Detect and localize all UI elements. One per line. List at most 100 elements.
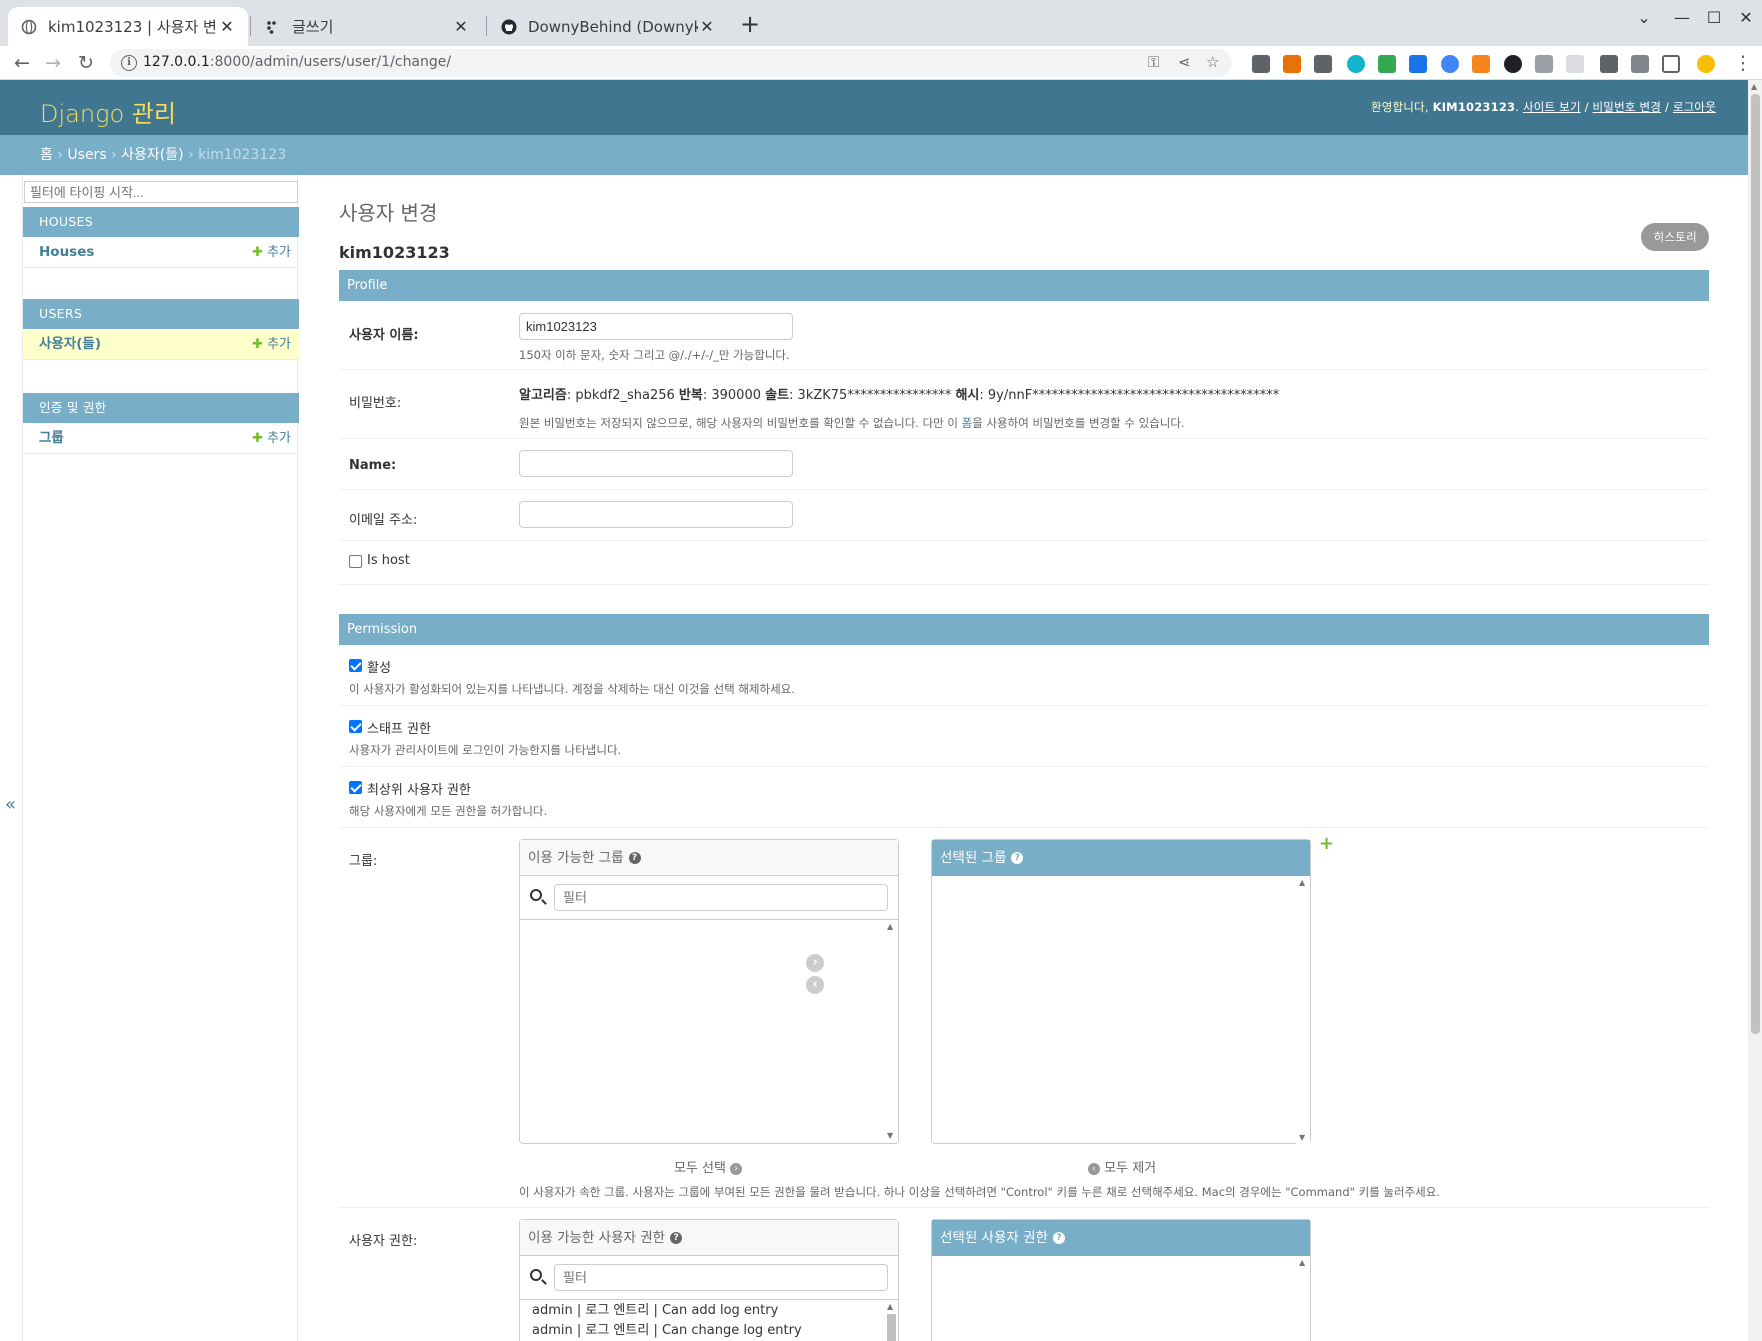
groups-chosen-list[interactable]: ▲ ▼ — [932, 876, 1310, 1144]
add-user-link[interactable]: ✚ 추가 — [252, 329, 291, 360]
view-site-link[interactable]: 사이트 보기 — [1523, 100, 1581, 114]
list-scrollbar[interactable]: ▲ ▼ — [884, 920, 898, 1142]
choose-arrow-icon[interactable]: › — [806, 954, 824, 972]
groups-filter-input[interactable] — [554, 884, 888, 911]
profile-avatar[interactable] — [1697, 55, 1715, 73]
bookmark-star-icon[interactable]: ☆ — [1206, 53, 1219, 71]
site-info-icon[interactable]: i — [121, 55, 137, 71]
list-item[interactable]: admin | 로그 엔트리 | Can change log entry — [520, 1321, 898, 1341]
sidebar-collapse-toggle[interactable]: « — [5, 794, 16, 815]
window-close-icon[interactable]: ✕ — [1730, 8, 1762, 27]
close-tab-icon[interactable]: ✕ — [698, 17, 716, 36]
breadcrumb-app[interactable]: Users — [67, 147, 106, 163]
email-input[interactable] — [519, 501, 793, 528]
active-checkbox[interactable] — [349, 659, 362, 672]
perms-chosen-list[interactable]: ▲ — [932, 1256, 1310, 1341]
tab-title: DownyBehind (Downyk) — [528, 17, 698, 36]
is-host-checkbox[interactable] — [349, 555, 362, 568]
remove-all-groups-link[interactable]: ‹ 모두 제거 — [1088, 1157, 1156, 1176]
reload-icon[interactable]: ↻ — [73, 50, 99, 76]
nav-filter-input[interactable] — [24, 181, 298, 203]
side-panel-icon[interactable] — [1662, 55, 1680, 73]
module-caption-users[interactable]: USERS — [23, 299, 299, 329]
add-group-link[interactable]: ✚ 추가 — [252, 423, 291, 454]
list-scrollbar[interactable]: ▲ ▼ — [1296, 876, 1310, 1144]
back-icon[interactable]: ← — [9, 50, 35, 76]
url-text[interactable]: 127.0.0.1:8000/admin/users/user/1/change… — [143, 54, 451, 70]
add-group-plus-icon[interactable]: + — [1319, 833, 1334, 854]
name-row: Name: — [339, 439, 1709, 490]
extension-dark-icon[interactable] — [1504, 55, 1522, 73]
perms-filter-input[interactable] — [554, 1264, 888, 1291]
page-title: 사용자 변경 — [339, 201, 438, 225]
key-icon[interactable]: ⚿ — [1148, 53, 1159, 71]
new-tab-button[interactable]: + — [736, 11, 764, 39]
forward-icon[interactable]: → — [40, 50, 66, 76]
page-scrollbar[interactable]: ▲ — [1748, 80, 1762, 1341]
address-bar[interactable]: i 127.0.0.1:8000/admin/users/user/1/chan… — [110, 49, 1232, 77]
perms-available-list[interactable]: admin | 로그 엔트리 | Can add log entry admin… — [520, 1300, 898, 1341]
extension-i-icon[interactable] — [1314, 55, 1332, 73]
name-input[interactable] — [519, 450, 793, 477]
module-caption-auth[interactable]: 인증 및 권한 — [23, 393, 299, 423]
help-icon[interactable]: ? — [628, 852, 641, 864]
module-caption-houses[interactable]: HOUSES — [23, 207, 299, 237]
extension-green-icon[interactable] — [1378, 55, 1396, 73]
puzzle-icon[interactable] — [1600, 55, 1618, 73]
profile-fieldset-caption: Profile — [339, 270, 1709, 301]
history-button[interactable]: 히스토리 — [1641, 223, 1709, 251]
sidebar-item-label[interactable]: 그룹 — [39, 430, 64, 446]
sidebar-item-users[interactable]: 사용자(들) ✚ 추가 — [23, 329, 299, 360]
breadcrumb-home[interactable]: 홈 — [40, 147, 53, 163]
browser-tab-write[interactable]: 글쓰기 ✕ — [252, 7, 482, 46]
sidebar-item-groups[interactable]: 그룹 ✚ 추가 — [23, 423, 299, 454]
choose-all-groups-link[interactable]: 모두 선택 › — [674, 1157, 743, 1176]
extension-m-icon[interactable] — [1347, 55, 1365, 73]
help-icon[interactable]: ? — [1011, 852, 1024, 864]
add-houses-link[interactable]: ✚ 추가 — [252, 237, 291, 268]
extension-gray-icon[interactable] — [1535, 55, 1553, 73]
close-tab-icon[interactable]: ✕ — [218, 17, 236, 36]
superuser-checkbox[interactable] — [349, 781, 362, 794]
list-scrollbar[interactable]: ▲ — [884, 1300, 898, 1341]
metamask-icon[interactable] — [1472, 55, 1490, 73]
sidebar-item-houses[interactable]: Houses ✚ 추가 — [23, 237, 299, 268]
sidebar-item-label[interactable]: Houses — [39, 244, 94, 260]
help-icon[interactable]: ? — [670, 1232, 683, 1244]
minimize-icon[interactable]: — — [1666, 8, 1698, 27]
logout-link[interactable]: 로그아웃 — [1673, 100, 1716, 114]
browser-tab-github[interactable]: DownyBehind (Downyk) ✕ — [488, 7, 728, 46]
welcome-text: 환영합니다, — [1370, 100, 1429, 114]
remove-arrow-icon[interactable]: ‹ — [806, 976, 824, 994]
help-icon[interactable]: ? — [1052, 1232, 1065, 1244]
breadcrumb-model[interactable]: 사용자(들) — [121, 147, 183, 163]
username-input[interactable] — [519, 313, 793, 340]
list-scrollbar[interactable]: ▲ — [1296, 1256, 1310, 1341]
active-label: 활성 — [367, 661, 391, 676]
close-tab-icon[interactable]: ✕ — [452, 17, 470, 36]
extension-blue-icon[interactable] — [1409, 55, 1427, 73]
staff-checkbox[interactable] — [349, 720, 362, 733]
tab-search-icon[interactable]: ⌄ — [1628, 8, 1660, 27]
password-form-link[interactable]: 폼 — [962, 416, 973, 430]
maximize-icon[interactable]: ☐ — [1698, 8, 1730, 27]
perms-available-title: 이용 가능한 사용자 권한? — [520, 1220, 898, 1256]
list-item[interactable]: admin | 로그 엔트리 | Can add log entry — [520, 1301, 898, 1321]
tab-title: 글쓰기 — [292, 18, 334, 36]
permission-fieldset-caption: Permission — [339, 614, 1709, 645]
share-icon[interactable]: ⋖ — [1178, 53, 1191, 71]
nav-sidebar: HOUSES Houses ✚추가 USERS 사용자(들) ✚추가 인증 및 … — [22, 175, 299, 1341]
active-help: 이 사용자가 활성화되어 있는지를 나타냅니다. 계정을 삭제하는 대신 이것을… — [349, 682, 795, 696]
sidebar-item-label[interactable]: 사용자(들) — [39, 336, 101, 352]
extension-dx-icon[interactable] — [1283, 55, 1301, 73]
more-menu-icon[interactable]: ⋮ — [1730, 50, 1756, 76]
reading-list-icon[interactable] — [1631, 55, 1649, 73]
browser-tab-admin[interactable]: kim1023123 | 사용자 변경 | ✕ — [8, 7, 248, 46]
change-password-link[interactable]: 비밀번호 변경 — [1593, 100, 1662, 114]
site-branding[interactable]: Django 관리 — [40, 94, 176, 129]
groups-available-list[interactable]: ▲ ▼ — [520, 920, 898, 1142]
search-icon — [530, 889, 542, 901]
extension-s-icon[interactable] — [1252, 55, 1270, 73]
extension-satellite-icon[interactable] — [1441, 55, 1459, 73]
extension-text-icon[interactable] — [1566, 55, 1584, 73]
